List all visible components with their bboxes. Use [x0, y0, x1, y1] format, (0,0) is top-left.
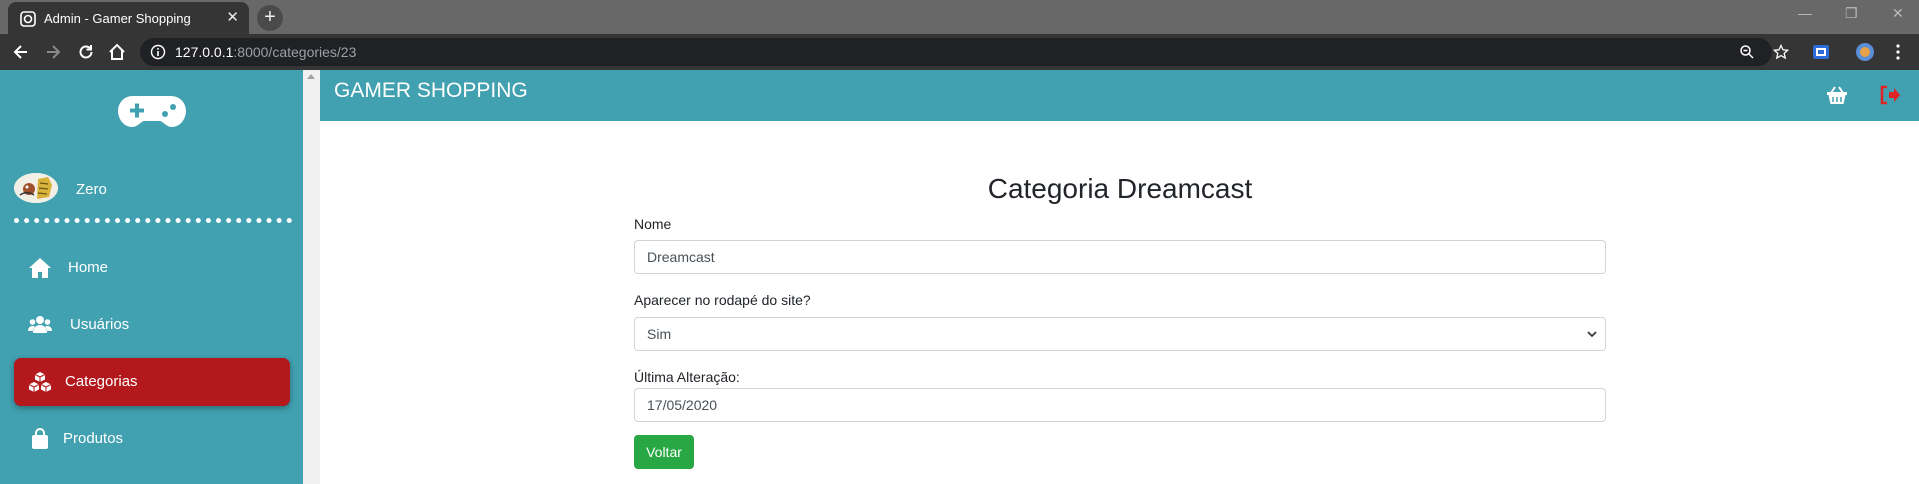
sidebar-item-label: Usuários — [70, 316, 130, 333]
profile-avatar-icon[interactable] — [1855, 42, 1875, 62]
brand-title[interactable]: GAMER SHOPPING — [334, 79, 528, 103]
zoom-icon[interactable] — [1739, 44, 1755, 60]
last-updated-field[interactable]: 17/05/2020 — [634, 388, 1606, 422]
page-viewport: Zero Home Usuários Categorias Produtos G… — [0, 70, 1919, 484]
footer-visibility-select[interactable]: Sim — [634, 317, 1606, 351]
back-button[interactable]: Voltar — [634, 435, 694, 469]
top-header: GAMER SHOPPING — [320, 70, 1919, 121]
bookmark-star-icon[interactable] — [1773, 44, 1789, 60]
sidebar-item-produtos[interactable]: Produtos — [14, 415, 290, 463]
name-input[interactable]: Dreamcast — [634, 240, 1606, 274]
basket-icon[interactable] — [1826, 85, 1848, 105]
address-bar[interactable]: 127.0.0.1:8000/categories/23 — [140, 38, 1772, 66]
footer-visibility-label: Aparecer no rodapé do site? — [634, 292, 811, 308]
browser-menu-icon[interactable] — [1888, 42, 1908, 62]
avatar[interactable] — [14, 173, 58, 203]
home-icon — [29, 258, 51, 278]
site-favicon-icon — [20, 11, 36, 27]
sidebar-item-home[interactable]: Home — [14, 244, 290, 292]
last-updated-label: Última Alteração: — [634, 369, 740, 385]
footer-visibility-value: Sim — [647, 326, 672, 342]
scroll-up-icon[interactable] — [307, 74, 315, 79]
shopping-bag-icon — [32, 428, 48, 449]
home-browser-icon[interactable] — [107, 42, 127, 62]
gamepad-logo-icon[interactable] — [117, 92, 187, 130]
url-text: 127.0.0.1:8000/categories/23 — [175, 44, 357, 60]
sidebar-item-label: Home — [68, 259, 109, 276]
restore-icon[interactable]: ❐ — [1845, 5, 1858, 22]
last-updated-value: 17/05/2020 — [647, 397, 718, 413]
tab-close-icon[interactable]: ✕ — [226, 9, 239, 27]
minimize-icon[interactable]: — — [1798, 5, 1812, 21]
sidebar-item-label: Categorias — [65, 373, 138, 390]
site-info-icon[interactable] — [150, 44, 166, 60]
page-title: Categoria Dreamcast — [987, 173, 1253, 204]
browser-toolbar: 127.0.0.1:8000/categories/23 — [0, 34, 1919, 70]
users-icon — [28, 316, 52, 333]
name-label: Nome — [634, 216, 672, 232]
sidebar-item-label: Produtos — [63, 430, 124, 447]
divider — [14, 218, 292, 223]
sidebar-item-categorias[interactable]: Categorias — [14, 358, 290, 406]
sidebar: Zero Home Usuários Categorias Produtos — [0, 70, 303, 484]
extension-icon[interactable] — [1811, 42, 1831, 62]
name-input-value: Dreamcast — [647, 249, 715, 265]
username: Zero — [76, 181, 107, 198]
window-close-icon[interactable]: ✕ — [1892, 5, 1904, 22]
scrollbar[interactable] — [303, 70, 320, 484]
browser-tab[interactable]: Admin - Gamer Shopping ✕ — [8, 2, 249, 34]
logout-icon[interactable] — [1879, 85, 1901, 105]
new-tab-button[interactable]: + — [257, 5, 283, 31]
browser-tab-strip: Admin - Gamer Shopping ✕ + — ❐ ✕ — [0, 0, 1919, 34]
reload-icon[interactable] — [76, 42, 96, 62]
categories-icon — [28, 372, 52, 392]
avatar-image-icon — [14, 173, 58, 203]
forward-icon[interactable] — [43, 42, 63, 62]
chevron-down-icon — [1587, 331, 1597, 338]
tab-title: Admin - Gamer Shopping — [44, 11, 191, 26]
sidebar-item-usuarios[interactable]: Usuários — [14, 301, 290, 349]
back-icon[interactable] — [11, 42, 31, 62]
